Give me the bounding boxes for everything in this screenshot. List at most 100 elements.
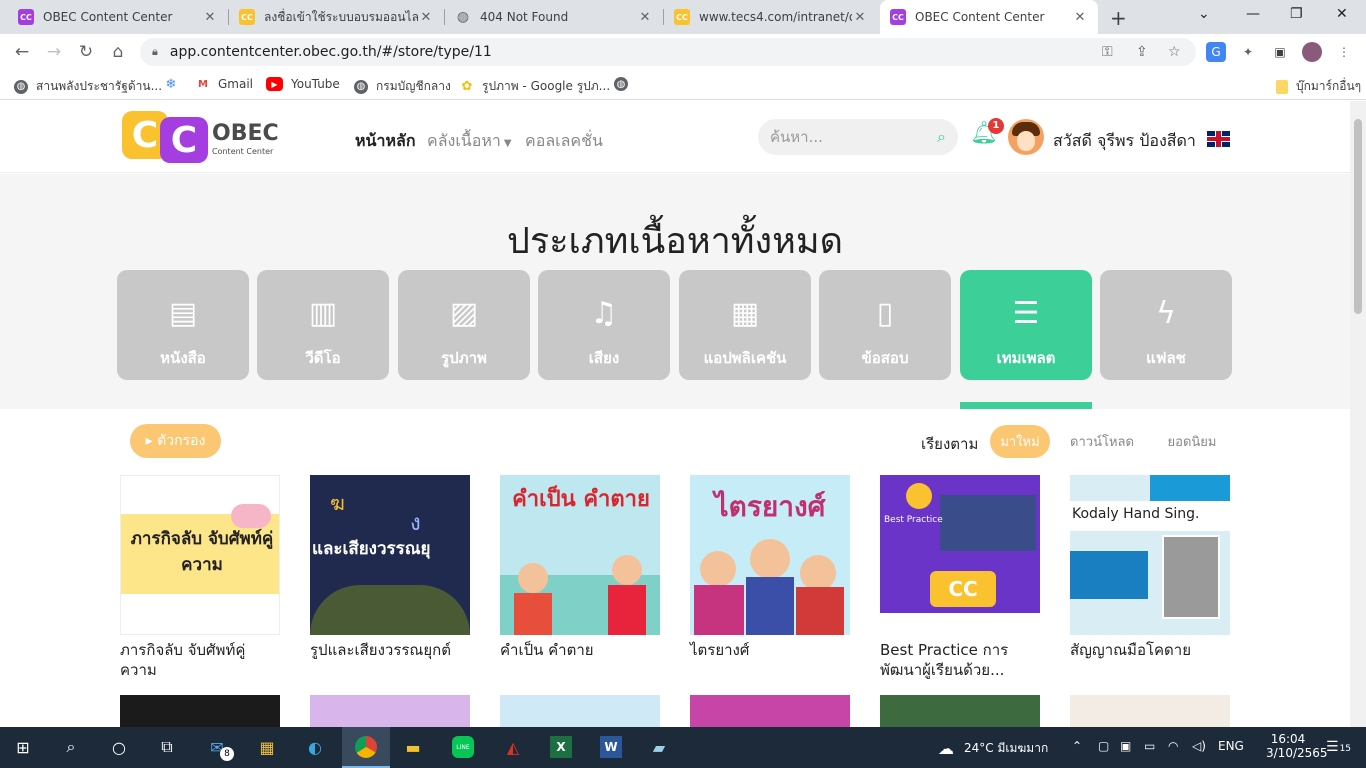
thumbnail-text: Kodaly Hand Sing. <box>1072 506 1200 522</box>
content-card[interactable] <box>1070 695 1230 727</box>
close-icon[interactable]: ✕ <box>852 10 868 25</box>
mail-icon[interactable]: ✉ 8 <box>204 735 234 761</box>
nav-library[interactable]: คลังเนื้อหา ▼ <box>427 129 512 154</box>
bookmark-item[interactable]: ◍ <box>614 77 636 91</box>
category-image[interactable]: ▨ รูปภาพ <box>398 270 530 380</box>
nav-collection[interactable]: คอลเลคชั่น <box>525 129 603 154</box>
bookmark-folder[interactable]: บุ๊กมาร์กอื่นๆ <box>1276 77 1361 96</box>
weather-text[interactable]: 24°C มีเมฆมาก <box>964 739 1048 758</box>
content-card[interactable] <box>880 695 1040 727</box>
image-icon: ▨ <box>449 296 479 331</box>
key-icon[interactable]: ⚿ <box>1102 44 1113 60</box>
book-icon: ▤ <box>168 296 198 331</box>
scrollbar-thumb[interactable] <box>1354 119 1362 314</box>
category-template[interactable]: ☰ เทมเพลต <box>960 270 1092 380</box>
back-icon[interactable]: ← <box>12 42 32 62</box>
content-card[interactable] <box>120 695 280 727</box>
content-card[interactable]: CC Best Practice Best Practice การพัฒนาผ… <box>880 475 1040 680</box>
new-tab-icon[interactable]: + <box>1110 6 1127 30</box>
sort-popular[interactable]: ยอดนิยม <box>1156 425 1228 458</box>
user-greeting[interactable]: สวัสดี จุรีพร ป้องสีดา <box>1053 129 1196 154</box>
chrome-icon[interactable] <box>342 727 390 768</box>
language-flag-icon[interactable] <box>1207 131 1230 147</box>
sidebar-icon[interactable]: ▣ <box>1270 42 1290 62</box>
sort-newest[interactable]: มาใหม่ <box>990 425 1050 458</box>
category-apps[interactable]: ▦ แอปพลิเคชัน <box>679 270 811 380</box>
site-logo[interactable]: C C OBEC Content Center <box>122 111 282 163</box>
bookmark-gmail[interactable]: M Gmail <box>196 77 253 91</box>
profile-avatar[interactable] <box>1302 42 1322 62</box>
category-flash[interactable]: ϟ แฟลช <box>1100 270 1232 380</box>
notepad-icon[interactable]: ▰ <box>646 735 672 759</box>
menu-icon[interactable]: ⋮ <box>1334 42 1354 62</box>
word-icon[interactable]: W <box>598 735 624 759</box>
filter-button[interactable]: ▸ ตัวกรอง <box>130 424 221 458</box>
translate-icon[interactable]: G <box>1206 42 1226 62</box>
content-card[interactable] <box>500 695 660 727</box>
volume-icon[interactable]: ◁) <box>1192 739 1206 753</box>
extensions-icon[interactable]: ✦ <box>1238 42 1258 62</box>
search-icon[interactable]: ⌕ <box>937 127 946 147</box>
content-card[interactable]: คำเป็น คำตาย คำเป็น คำตาย <box>500 475 660 660</box>
network-icon[interactable]: ▣ <box>1120 739 1131 753</box>
browser-tab-4[interactable]: CC www.tecs4.com/intranet/obe ✕ <box>664 0 878 34</box>
content-card[interactable] <box>690 695 850 727</box>
bookmark-photos[interactable]: ✿ รูปภาพ - Google รูปภ... <box>460 77 611 96</box>
search-icon[interactable]: ⌕ <box>58 735 84 759</box>
forward-icon[interactable]: → <box>44 42 64 62</box>
task-view-icon[interactable]: ⧉ <box>154 735 180 759</box>
windows-start-icon[interactable]: ⊞ <box>10 735 36 759</box>
browser-tab-1[interactable]: CC OBEC Content Center ✕ <box>8 0 228 34</box>
tray-icon[interactable]: ▢ <box>1098 739 1109 753</box>
clock[interactable]: 16:04 3/10/2565 <box>1266 732 1328 760</box>
file-explorer-icon[interactable]: ▬ <box>400 735 426 759</box>
category-book[interactable]: ▤ หนังสือ <box>117 270 249 380</box>
bookmark-youtube[interactable]: ▶ YouTube <box>266 77 340 91</box>
star-icon[interactable]: ☆ <box>1168 44 1181 60</box>
category-video[interactable]: ▥ วีดีโอ <box>257 270 389 380</box>
close-window-icon[interactable]: ✕ <box>1336 6 1348 22</box>
battery-icon[interactable]: ▭ <box>1144 739 1155 753</box>
user-avatar[interactable] <box>1008 119 1044 155</box>
card-title: สัญญาณมือโคดาย <box>1070 641 1191 659</box>
url-field[interactable]: 🔒︎ app.contentcenter.obec.go.th/#/store/… <box>140 38 1196 66</box>
line-icon[interactable]: LINE <box>450 735 476 759</box>
browser-tab-3[interactable]: ◍ 404 Not Found ✕ <box>445 0 663 34</box>
browser-tab-2[interactable]: CC ลงชื่อเข้าใช้ระบบอบรมออนไลน์ ✕ <box>229 0 444 34</box>
share-icon[interactable]: ⇪ <box>1136 44 1148 60</box>
notification-center-icon[interactable]: ☰15 <box>1326 739 1351 755</box>
excel-icon[interactable]: X <box>548 735 574 759</box>
content-card[interactable]: ภารกิจลับ จับศัพท์คู่ความ ภารกิจลับ จับศ… <box>120 475 280 680</box>
language-indicator[interactable]: ENG <box>1218 739 1244 753</box>
tab-search-icon[interactable]: ⌄ <box>1198 6 1210 22</box>
reload-icon[interactable]: ↻ <box>76 42 96 62</box>
browser-tab-5[interactable]: CC OBEC Content Center ✕ <box>880 0 1098 34</box>
category-audio[interactable]: ♫ เสียง <box>538 270 670 380</box>
close-icon[interactable]: ✕ <box>418 10 434 25</box>
close-icon[interactable]: ✕ <box>1072 10 1088 25</box>
bookmark-item[interactable]: ❄ <box>164 77 186 92</box>
store-icon[interactable]: ▦ <box>254 735 280 759</box>
close-icon[interactable]: ✕ <box>202 10 218 25</box>
category-exam[interactable]: ▯ ข้อสอบ <box>819 270 951 380</box>
content-card[interactable]: Kodaly Hand Sing. สัญญาณมือโคดาย <box>1070 475 1230 660</box>
edge-icon[interactable]: ◐ <box>302 735 328 759</box>
close-icon[interactable]: ✕ <box>637 10 653 25</box>
bookmark-item[interactable]: ◍ กรมบัญชีกลาง <box>354 77 451 96</box>
wifi-icon[interactable]: ◠ <box>1168 739 1178 753</box>
notification-button[interactable]: 🔔︎ 1 <box>970 118 1004 146</box>
chevron-up-icon[interactable]: ⌃ <box>1072 739 1082 753</box>
maximize-icon[interactable]: ❐ <box>1290 6 1303 22</box>
home-icon[interactable]: ⌂ <box>108 42 128 62</box>
sort-downloads[interactable]: ดาวน์โหลด <box>1064 425 1140 458</box>
content-card[interactable] <box>310 695 470 727</box>
content-card[interactable]: ไตรยางศ์ ไตรยางศ์ <box>690 475 850 660</box>
search-input[interactable]: ค้นหา... ⌕ <box>758 119 958 155</box>
bookmark-item[interactable]: ◍ สานพลังประชารัฐด้าน... <box>14 77 162 96</box>
nav-home[interactable]: หน้าหลัก <box>355 129 416 154</box>
page-scrollbar[interactable] <box>1350 101 1366 727</box>
content-card[interactable]: ฆ ง และเสียงวรรณยุ รูปและเสียงวรรณยุกต์ <box>310 475 470 660</box>
minimize-icon[interactable]: — <box>1246 6 1260 22</box>
acrobat-icon[interactable]: ◭ <box>500 735 526 759</box>
cortana-icon[interactable]: ○ <box>106 735 132 759</box>
